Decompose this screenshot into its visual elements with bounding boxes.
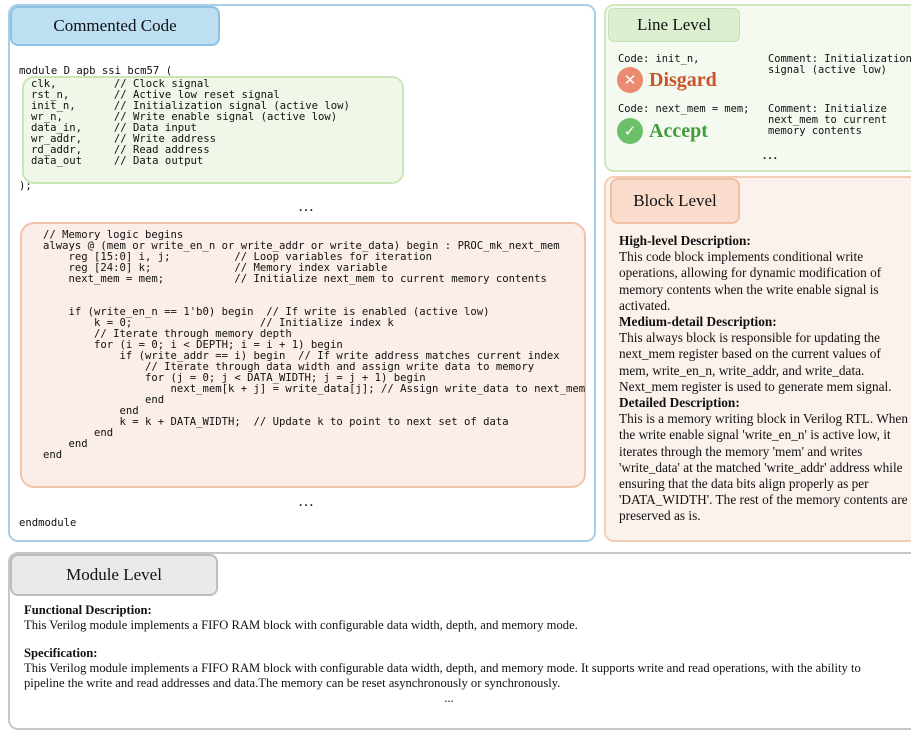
block-level-description: High-level Description: This code block … bbox=[619, 233, 909, 525]
code-ellipsis: … bbox=[298, 493, 315, 510]
high-level-text: This code block implements conditional w… bbox=[619, 249, 882, 313]
line-item-comment: Comment: Initialize next_mem to current … bbox=[768, 103, 887, 137]
line-level-tab-label: Line Level bbox=[636, 15, 712, 34]
module-level-tab-label: Module Level bbox=[66, 565, 162, 584]
specification-text: This Verilog module implements a FIFO RA… bbox=[24, 661, 861, 690]
functional-title: Functional Description: bbox=[24, 603, 152, 617]
line-level-ellipsis: … bbox=[762, 146, 779, 163]
medium-detail-title: Medium-detail Description: bbox=[619, 314, 777, 330]
x-icon: ✕ bbox=[617, 67, 643, 93]
check-icon: ✓ bbox=[617, 118, 643, 144]
commented-code-tab-label: Commented Code bbox=[53, 16, 177, 35]
block-level-tab-label: Block Level bbox=[633, 191, 717, 210]
verdict-label: Accept bbox=[649, 119, 708, 142]
module-level-tab: Module Level bbox=[10, 554, 218, 596]
module-level-description: Functional Description: This Verilog mod… bbox=[24, 603, 894, 706]
medium-detail-text: This always block is responsible for upd… bbox=[619, 330, 892, 394]
module-ellipsis: ... bbox=[444, 691, 454, 705]
commented-code-tab: Commented Code bbox=[10, 6, 220, 46]
detailed-title: Detailed Description: bbox=[619, 395, 740, 411]
module-footer-line: endmodule bbox=[19, 517, 77, 529]
block-level-tab: Block Level bbox=[610, 178, 740, 224]
line-item-comment: Comment: Initialization signal (active l… bbox=[768, 53, 911, 76]
specification-title: Specification: bbox=[24, 646, 98, 660]
module-close-line: ); bbox=[19, 180, 32, 192]
verdict-accept: ✓ Accept bbox=[617, 118, 708, 144]
port-line: data_out // Data output bbox=[31, 155, 204, 167]
logic-line: next_mem = mem; // Initialize next_mem t… bbox=[43, 273, 547, 285]
line-item-code: Code: init_n, bbox=[618, 53, 700, 65]
code-ellipsis: … bbox=[298, 198, 315, 215]
high-level-title: High-level Description: bbox=[619, 233, 751, 248]
detailed-text: This is a memory writing block in Verilo… bbox=[619, 411, 908, 524]
line-item-code: Code: next_mem = mem; bbox=[618, 103, 750, 115]
functional-text: This Verilog module implements a FIFO RA… bbox=[24, 618, 578, 632]
logic-line: end bbox=[43, 449, 63, 461]
verdict-disgard: ✕ Disgard bbox=[617, 67, 717, 93]
verdict-label: Disgard bbox=[649, 68, 717, 91]
line-level-tab: Line Level bbox=[608, 8, 740, 42]
